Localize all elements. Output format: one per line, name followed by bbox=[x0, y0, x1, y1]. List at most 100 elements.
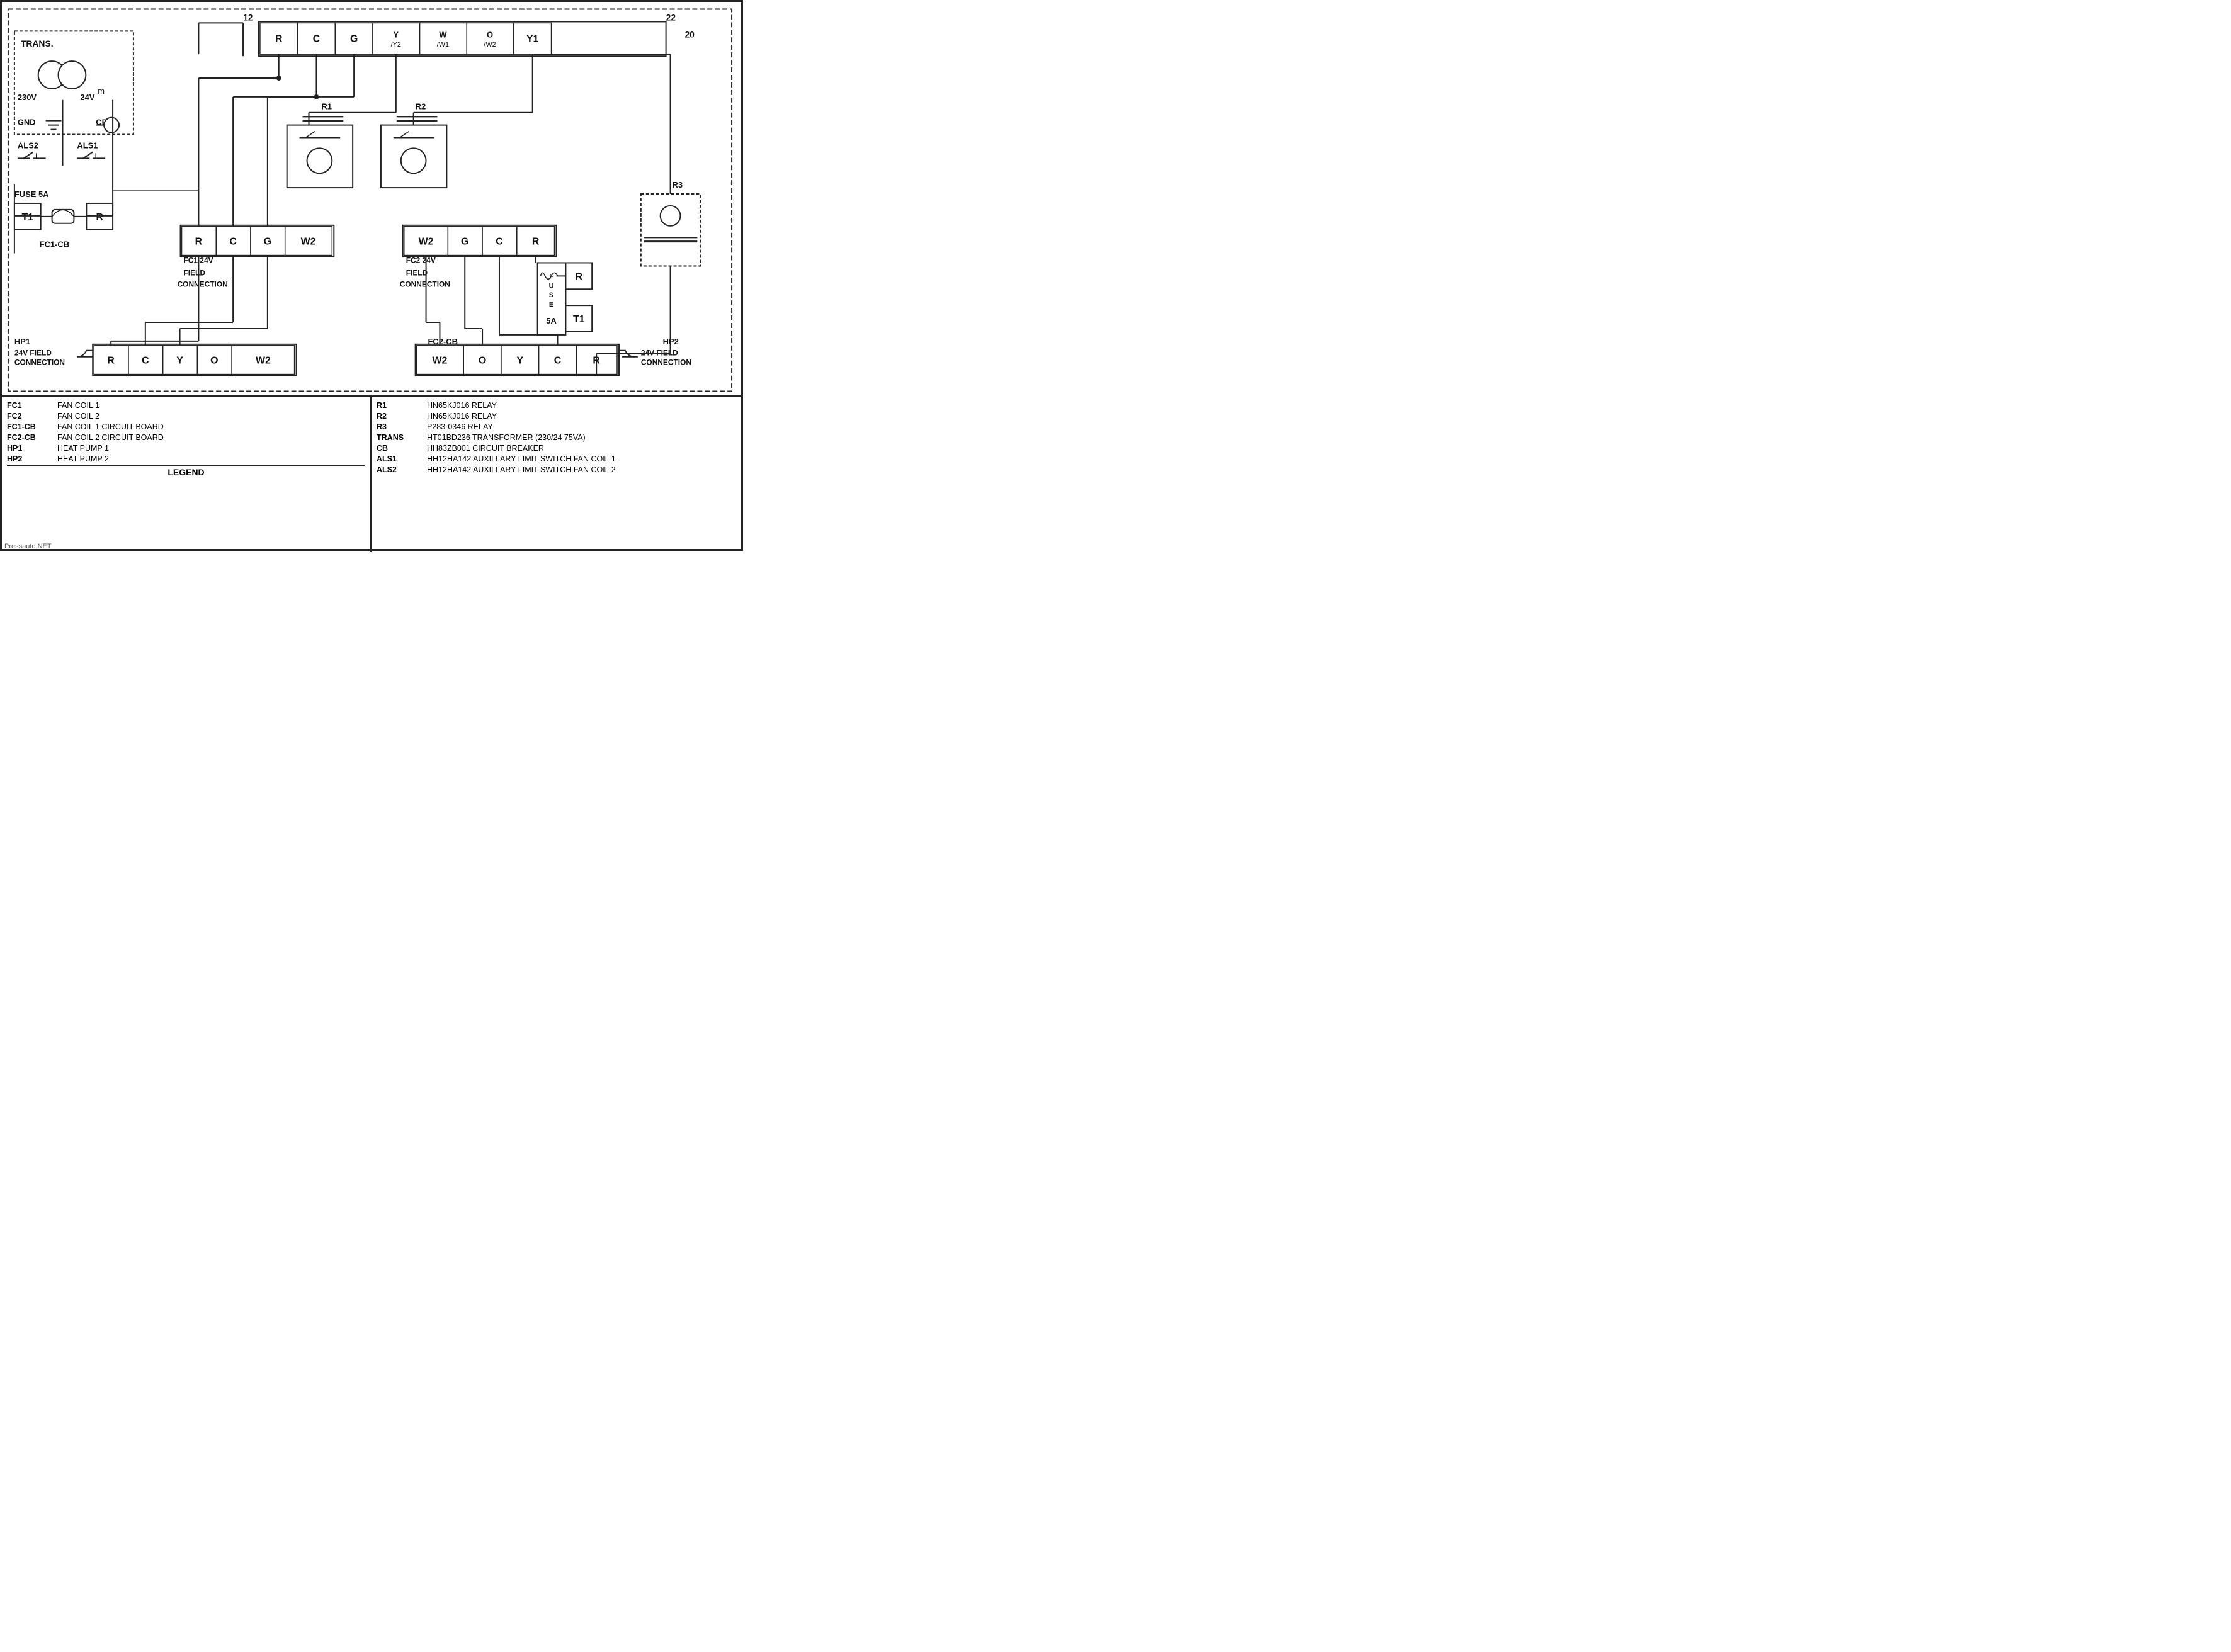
svg-text:FIELD: FIELD bbox=[406, 268, 428, 277]
legend-desc-hp1: HEAT PUMP 1 bbox=[57, 444, 365, 453]
svg-text:CONNECTION: CONNECTION bbox=[14, 358, 65, 367]
svg-text:/Y2: /Y2 bbox=[391, 41, 401, 48]
svg-text:Y: Y bbox=[176, 356, 183, 366]
legend-desc-fc2cb: FAN COIL 2 CIRCUIT BOARD bbox=[57, 433, 365, 442]
legend-area: FC1 FAN COIL 1 FC2 FAN COIL 2 FC1-CB FAN… bbox=[2, 395, 741, 552]
legend-row-fc2cb: FC2-CB FAN COIL 2 CIRCUIT BOARD bbox=[7, 433, 365, 442]
svg-text:CONNECTION: CONNECTION bbox=[400, 280, 450, 288]
legend-row-r2: R2 HN65KJ016 RELAY bbox=[377, 412, 736, 421]
svg-text:Y: Y bbox=[393, 30, 399, 39]
legend-desc-als2: HH12HA142 AUXILLARY LIMIT SWITCH FAN COI… bbox=[427, 465, 736, 474]
svg-text:CONNECTION: CONNECTION bbox=[178, 280, 228, 288]
svg-text:ALS1: ALS1 bbox=[77, 140, 98, 150]
svg-text:C: C bbox=[496, 237, 503, 247]
legend-row-cb: CB HH83ZB001 CIRCUIT BREAKER bbox=[377, 444, 736, 453]
svg-text:C: C bbox=[142, 356, 149, 366]
legend-code-fc2: FC2 bbox=[7, 412, 57, 421]
svg-text:FC1-CB: FC1-CB bbox=[40, 240, 69, 249]
svg-text:FIELD: FIELD bbox=[184, 268, 206, 277]
svg-text:R: R bbox=[107, 356, 115, 366]
legend-row-hp2: HP2 HEAT PUMP 2 bbox=[7, 455, 365, 463]
diagram-area: 12 22 20 R C G Y /Y2 W /W1 O bbox=[2, 2, 741, 395]
legend-code-hp2: HP2 bbox=[7, 455, 57, 463]
svg-text:S: S bbox=[549, 291, 553, 299]
svg-text:m: m bbox=[98, 86, 105, 96]
svg-text:W2: W2 bbox=[301, 237, 316, 247]
svg-text:R: R bbox=[275, 33, 283, 44]
svg-text:CONNECTION: CONNECTION bbox=[641, 358, 691, 367]
legend-desc-trans: HT01BD236 TRANSFORMER (230/24 75VA) bbox=[427, 433, 736, 442]
legend-left: FC1 FAN COIL 1 FC2 FAN COIL 2 FC1-CB FAN… bbox=[2, 397, 372, 552]
svg-text:R3: R3 bbox=[673, 180, 683, 190]
legend-code-trans: TRANS bbox=[377, 433, 427, 442]
svg-text:C: C bbox=[554, 356, 562, 366]
legend-desc-fc1cb: FAN COIL 1 CIRCUIT BOARD bbox=[57, 422, 365, 431]
legend-row-als2: ALS2 HH12HA142 AUXILLARY LIMIT SWITCH FA… bbox=[377, 465, 736, 474]
legend-row-fc2: FC2 FAN COIL 2 bbox=[7, 412, 365, 421]
label-22: 22 bbox=[666, 12, 676, 22]
svg-text:R2: R2 bbox=[416, 102, 426, 111]
svg-text:O: O bbox=[487, 30, 493, 39]
legend-code-r2: R2 bbox=[377, 412, 427, 421]
svg-text:24V FIELD: 24V FIELD bbox=[641, 349, 678, 358]
legend-title: LEGEND bbox=[7, 465, 365, 477]
legend-row-trans: TRANS HT01BD236 TRANSFORMER (230/24 75VA… bbox=[377, 433, 736, 442]
svg-text:R1: R1 bbox=[321, 102, 332, 111]
svg-text:HP1: HP1 bbox=[14, 337, 30, 346]
legend-code-fc2cb: FC2-CB bbox=[7, 433, 57, 442]
svg-text:W2: W2 bbox=[419, 237, 434, 247]
svg-text:TRANS.: TRANS. bbox=[21, 38, 54, 48]
legend-row-r1: R1 HN65KJ016 RELAY bbox=[377, 401, 736, 410]
svg-text:R: R bbox=[532, 237, 540, 247]
legend-desc-hp2: HEAT PUMP 2 bbox=[57, 455, 365, 463]
main-container: 12 22 20 R C G Y /Y2 W /W1 O bbox=[0, 0, 743, 551]
svg-text:Y1: Y1 bbox=[526, 33, 539, 44]
legend-code-als2: ALS2 bbox=[377, 465, 427, 474]
svg-text:W: W bbox=[439, 30, 447, 39]
legend-row-fc1: FC1 FAN COIL 1 bbox=[7, 401, 365, 410]
svg-text:/W1: /W1 bbox=[437, 41, 449, 48]
svg-text:C: C bbox=[313, 33, 321, 44]
watermark: Pressauto.NET bbox=[4, 543, 52, 550]
label-20: 20 bbox=[684, 29, 695, 39]
svg-text:O: O bbox=[210, 356, 218, 366]
svg-text:G: G bbox=[461, 237, 468, 247]
svg-text:R: R bbox=[576, 271, 583, 282]
legend-desc-r3: P283-0346 RELAY bbox=[427, 422, 736, 431]
legend-row-hp1: HP1 HEAT PUMP 1 bbox=[7, 444, 365, 453]
svg-text:FUSE 5A: FUSE 5A bbox=[14, 190, 49, 199]
svg-text:C: C bbox=[229, 237, 237, 247]
legend-desc-cb: HH83ZB001 CIRCUIT BREAKER bbox=[427, 444, 736, 453]
legend-desc-fc1: FAN COIL 1 bbox=[57, 401, 365, 410]
legend-code-hp1: HP1 bbox=[7, 444, 57, 453]
svg-text:O: O bbox=[479, 356, 486, 366]
legend-code-als1: ALS1 bbox=[377, 455, 427, 463]
svg-text:T1: T1 bbox=[22, 212, 34, 223]
svg-text:U: U bbox=[549, 282, 554, 290]
svg-text:R: R bbox=[96, 212, 103, 223]
legend-desc-als1: HH12HA142 AUXILLARY LIMIT SWITCH FAN COI… bbox=[427, 455, 736, 463]
legend-row-als1: ALS1 HH12HA142 AUXILLARY LIMIT SWITCH FA… bbox=[377, 455, 736, 463]
legend-row-fc1cb: FC1-CB FAN COIL 1 CIRCUIT BOARD bbox=[7, 422, 365, 431]
svg-text:/W2: /W2 bbox=[484, 41, 496, 48]
svg-text:24V: 24V bbox=[80, 93, 94, 102]
svg-text:G: G bbox=[350, 33, 358, 44]
legend-code-fc1cb: FC1-CB bbox=[7, 422, 57, 431]
legend-code-fc1: FC1 bbox=[7, 401, 57, 410]
legend-desc-fc2: FAN COIL 2 bbox=[57, 412, 365, 421]
svg-text:W2: W2 bbox=[433, 356, 448, 366]
svg-text:ALS2: ALS2 bbox=[18, 140, 38, 150]
svg-text:Y: Y bbox=[516, 356, 523, 366]
svg-text:230V: 230V bbox=[18, 93, 37, 102]
legend-desc-r2: HN65KJ016 RELAY bbox=[427, 412, 736, 421]
svg-text:R: R bbox=[195, 237, 203, 247]
legend-code-r1: R1 bbox=[377, 401, 427, 410]
svg-text:G: G bbox=[264, 237, 271, 247]
legend-code-r3: R3 bbox=[377, 422, 427, 431]
legend-desc-r1: HN65KJ016 RELAY bbox=[427, 401, 736, 410]
svg-text:5A: 5A bbox=[546, 316, 557, 325]
legend-right: R1 HN65KJ016 RELAY R2 HN65KJ016 RELAY R3… bbox=[372, 397, 741, 552]
legend-code-cb: CB bbox=[377, 444, 427, 453]
svg-text:T1: T1 bbox=[573, 314, 585, 325]
svg-text:E: E bbox=[549, 301, 553, 308]
